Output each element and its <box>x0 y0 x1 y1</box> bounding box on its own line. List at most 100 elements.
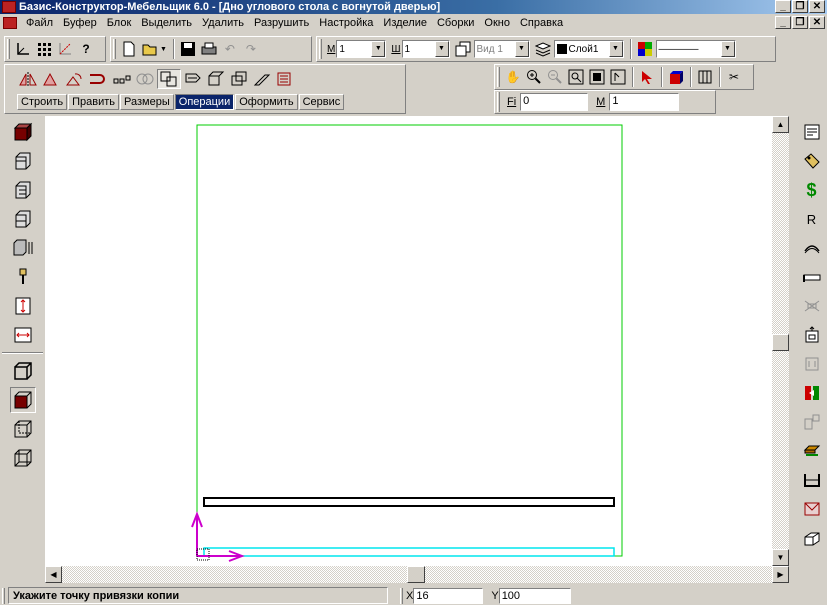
scroll-left-button[interactable]: ◀ <box>45 566 62 583</box>
horizontal-scrollbar[interactable]: ◀ ▶ <box>45 566 789 583</box>
drawer-icon[interactable] <box>799 322 825 348</box>
line-style-combo[interactable]: ———— ▼ <box>655 40 736 58</box>
layers-icon[interactable] <box>533 39 553 59</box>
radius-icon[interactable]: R <box>799 206 825 232</box>
zoom-window-icon[interactable] <box>566 67 586 87</box>
cube-filled-icon[interactable] <box>9 387 36 413</box>
menu-file[interactable]: Файл <box>21 17 58 29</box>
chevron-down-icon[interactable]: ▼ <box>371 41 386 57</box>
chevron-down-icon[interactable]: ▼ <box>434 41 449 57</box>
redo-icon[interactable]: ↷ <box>241 39 261 59</box>
menu-product[interactable]: Изделие <box>378 17 432 29</box>
scale-icon[interactable] <box>134 69 156 89</box>
properties-icon[interactable] <box>799 119 825 145</box>
layer-combo[interactable]: Слой1 ▼ <box>553 40 624 58</box>
cut-icon[interactable] <box>799 496 825 522</box>
menu-block[interactable]: Блок <box>102 17 137 29</box>
fastener-icon[interactable] <box>10 264 36 290</box>
insert-icon[interactable] <box>799 409 825 435</box>
panel-group-icon[interactable] <box>10 235 36 261</box>
rotate-icon[interactable] <box>63 69 85 89</box>
copy-view-icon[interactable] <box>453 39 473 59</box>
color-palette-icon[interactable] <box>635 39 655 59</box>
tab-operations[interactable]: Операции <box>174 94 235 110</box>
document-icon[interactable] <box>3 17 17 29</box>
tab-edit[interactable]: Править <box>68 94 120 110</box>
scroll-right-button[interactable]: ▶ <box>772 566 789 583</box>
new-file-icon[interactable] <box>119 39 139 59</box>
y-value[interactable]: 100 <box>498 587 571 604</box>
scroll-down-button[interactable]: ▼ <box>772 549 789 566</box>
box-icon[interactable] <box>799 467 825 493</box>
cube-hidden-icon[interactable] <box>10 445 36 471</box>
arc-icon[interactable] <box>799 235 825 261</box>
horizontal-scroll-thumb[interactable] <box>407 566 425 583</box>
menu-explode[interactable]: Разрушить <box>249 17 314 29</box>
trim-icon[interactable] <box>251 69 273 89</box>
pan-hand-icon[interactable]: ✋ <box>503 67 523 87</box>
help-icon[interactable]: ? <box>76 39 96 59</box>
chevron-down-icon[interactable]: ▼ <box>608 41 623 57</box>
menu-select[interactable]: Выделить <box>136 17 197 29</box>
vertical-scroll-thumb[interactable] <box>772 334 789 351</box>
tab-service[interactable]: Сервис <box>298 94 345 110</box>
x-value[interactable]: 16 <box>413 587 484 604</box>
grid-icon[interactable] <box>34 39 54 59</box>
bend-icon[interactable] <box>86 69 110 89</box>
save-icon[interactable] <box>178 39 198 59</box>
box-solid-icon[interactable] <box>10 119 36 145</box>
fi-input[interactable]: 0 <box>520 93 589 111</box>
panel-side-icon[interactable] <box>10 177 36 203</box>
close-button[interactable]: ✕ <box>809 0 825 13</box>
width-combo[interactable]: 1 ▼ <box>401 40 450 58</box>
panel-front-icon[interactable] <box>10 148 36 174</box>
menu-buffer[interactable]: Буфер <box>58 17 102 29</box>
cost-icon[interactable]: $ <box>799 177 825 203</box>
chevron-down-icon[interactable]: ▼ <box>720 41 735 57</box>
panel-back-icon[interactable] <box>10 206 36 232</box>
array-icon[interactable] <box>111 69 133 89</box>
zoom-previous-icon[interactable] <box>608 67 628 87</box>
doc-minimize-button[interactable]: _ <box>775 16 791 29</box>
extend-icon[interactable] <box>274 69 296 89</box>
zoom-out-icon[interactable] <box>545 67 565 87</box>
menu-window[interactable]: Окно <box>479 17 515 29</box>
toolbar-grip[interactable] <box>497 67 500 87</box>
shelf-icon[interactable] <box>799 438 825 464</box>
drawing-canvas[interactable] <box>45 116 772 566</box>
maximize-button[interactable]: ❐ <box>792 0 808 13</box>
ortho-icon[interactable] <box>55 39 75 59</box>
menu-delete[interactable]: Удалить <box>197 17 249 29</box>
cube-outline-icon[interactable] <box>10 358 36 384</box>
leg-icon[interactable] <box>799 351 825 377</box>
tab-build[interactable]: Строить <box>17 94 68 110</box>
undo-icon[interactable]: ↶ <box>220 39 240 59</box>
toolbar-grip[interactable] <box>497 92 500 112</box>
vertical-scrollbar[interactable]: ▲ ▼ <box>772 116 789 566</box>
doc-close-button[interactable]: ✕ <box>809 16 825 29</box>
horizontal-size-icon[interactable] <box>10 322 36 348</box>
shaded-view-icon[interactable] <box>666 67 686 87</box>
open-folder-icon[interactable]: ▼ <box>140 39 169 59</box>
3d-icon[interactable] <box>799 525 825 551</box>
toolbar-grip[interactable] <box>319 39 322 59</box>
m-input[interactable]: 1 <box>609 93 680 111</box>
materials-icon[interactable] <box>799 148 825 174</box>
menu-help[interactable]: Справка <box>515 17 568 29</box>
menu-assemblies[interactable]: Сборки <box>432 17 479 29</box>
wireframe-view-icon[interactable] <box>695 67 715 87</box>
hinge-icon[interactable] <box>799 293 825 319</box>
toolbar-grip[interactable] <box>113 39 116 59</box>
zoom-all-icon[interactable] <box>587 67 607 87</box>
chevron-down-icon[interactable]: ▼ <box>514 41 529 57</box>
select-arrow-icon[interactable] <box>637 67 657 87</box>
cube-wire-icon[interactable] <box>10 416 36 442</box>
scroll-up-button[interactable]: ▲ <box>772 116 789 133</box>
toolbar-grip[interactable] <box>7 39 10 59</box>
vertical-size-icon[interactable] <box>10 293 36 319</box>
tab-dimensions[interactable]: Размеры <box>120 94 174 110</box>
move-icon[interactable] <box>182 69 204 89</box>
handle-icon[interactable] <box>799 264 825 290</box>
axis-snap-icon[interactable] <box>13 39 33 59</box>
zoom-in-icon[interactable] <box>524 67 544 87</box>
